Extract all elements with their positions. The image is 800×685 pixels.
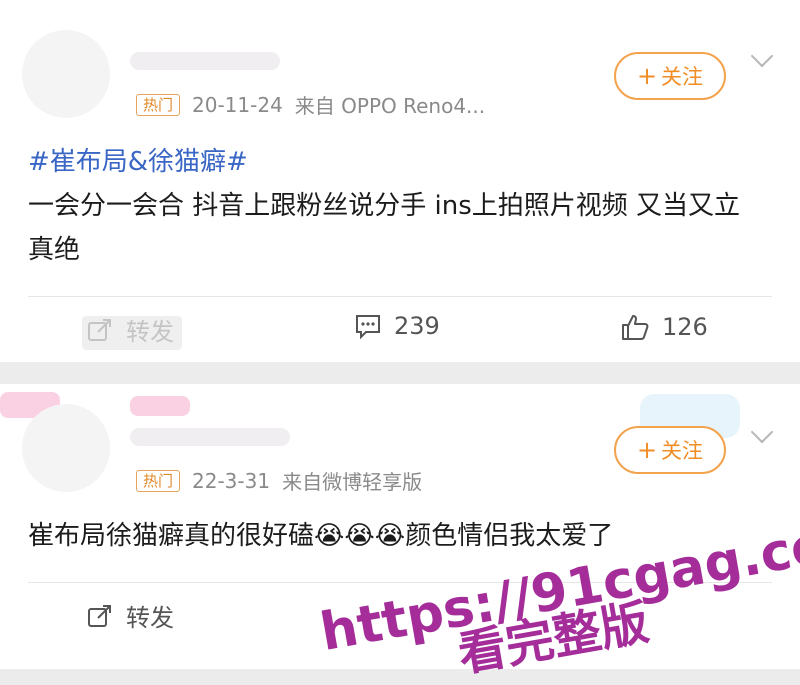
- follow-label: 关注: [661, 65, 704, 89]
- comment-button[interactable]: 239: [354, 312, 440, 340]
- avatar[interactable]: [22, 30, 110, 118]
- blur-overlay: [130, 396, 190, 416]
- post-source: 来自微博轻享版: [282, 470, 423, 494]
- post-meta: 热门 20-11-24 来自 OPPO Reno4...: [136, 90, 485, 119]
- blur-overlay: [82, 316, 182, 350]
- hot-badge: 热门: [136, 93, 181, 116]
- post-meta: 热门 22-3-31 来自微博轻享版: [136, 466, 422, 495]
- comment-count: 239: [394, 312, 440, 340]
- follow-label: 关注: [661, 439, 704, 463]
- username-blurred[interactable]: [130, 52, 280, 70]
- crying-emoji-icon: 😭: [314, 521, 345, 551]
- post-time: 22-3-31: [192, 468, 271, 493]
- follow-button[interactable]: + 关注: [614, 426, 726, 474]
- repost-button[interactable]: 转发: [86, 598, 174, 633]
- plus-icon: +: [636, 62, 658, 90]
- plus-icon: +: [636, 436, 658, 464]
- hot-badge: 热门: [136, 469, 181, 492]
- avatar[interactable]: [22, 404, 110, 492]
- crying-emoji-icon: 😭: [374, 521, 406, 551]
- post-content: #崔布局&徐猫癖# 一会分一会合 抖音上跟粉丝说分手 ins上拍照片视频 又当又…: [28, 140, 770, 272]
- like-count: 126: [662, 313, 708, 341]
- share-icon: [86, 602, 114, 630]
- topic-link[interactable]: #崔布局&徐猫癖#: [28, 140, 770, 184]
- post-text-tail: 颜色情侣我太爱了: [405, 521, 614, 551]
- like-button[interactable]: 126: [620, 312, 708, 342]
- follow-button[interactable]: + 关注: [614, 52, 726, 100]
- thumbs-up-icon: [620, 312, 650, 342]
- post-text: 一会分一会合 抖音上跟粉丝说分手 ins上拍照片视频 又当又立 真绝: [28, 191, 741, 265]
- divider: [28, 296, 772, 297]
- comment-icon: [354, 312, 382, 340]
- post-text: 崔布局徐猫癖真的很好磕: [28, 521, 315, 551]
- repost-label: 转发: [126, 604, 174, 632]
- username-blurred[interactable]: [130, 428, 290, 446]
- crying-emoji-icon: 😭: [344, 521, 375, 551]
- post-time: 20-11-24: [192, 92, 283, 117]
- post-source: 来自 OPPO Reno4...: [294, 94, 486, 118]
